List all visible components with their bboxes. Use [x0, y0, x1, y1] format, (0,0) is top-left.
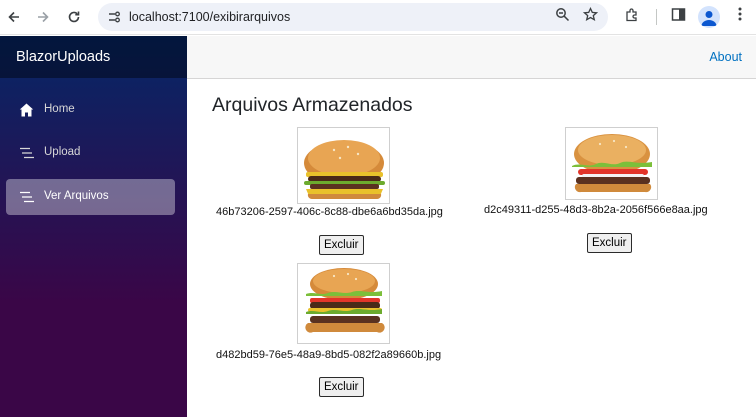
url-text[interactable]: localhost:7100/exibirarquivos [129, 10, 290, 24]
back-arrow-icon[interactable] [3, 6, 25, 28]
list-icon [19, 190, 34, 204]
list-icon [19, 146, 34, 160]
side-panel-icon[interactable] [670, 6, 686, 22]
sidebar-item-upload[interactable]: Upload [6, 135, 175, 171]
address-bar[interactable]: localhost:7100/exibirarquivos [98, 3, 608, 31]
delete-button[interactable]: Excluir [587, 233, 632, 253]
sidebar-item-label: Ver Arquivos [44, 190, 109, 202]
sidebar-item-label: Home [44, 103, 75, 115]
brand-bar: BlazorUploads [0, 36, 187, 78]
burger-image [297, 127, 390, 204]
site-settings-icon[interactable] [106, 9, 122, 25]
toolbar-divider [656, 9, 657, 25]
about-link[interactable]: About [709, 50, 742, 64]
home-icon [19, 103, 34, 117]
sidebar: BlazorUploads Home Upload Ver Arquivos [0, 36, 187, 417]
file-name: 46b73206-2597-406c-8c88-dbe6a6bd35da.jpg [216, 206, 443, 218]
sidebar-item-ver-arquivos[interactable]: Ver Arquivos [6, 179, 175, 215]
bookmark-star-icon[interactable] [582, 6, 598, 22]
profile-avatar-icon[interactable] [698, 6, 720, 28]
extensions-puzzle-icon[interactable] [624, 6, 640, 22]
burger-image [297, 263, 390, 344]
forward-arrow-icon[interactable] [32, 6, 54, 28]
file-name: d2c49311-d255-48d3-8b2a-2056f566e8aa.jpg [484, 204, 708, 216]
top-row: About [187, 36, 756, 79]
file-name: d482bd59-76e5-48a9-8bd5-082f2a89660b.jpg [216, 349, 442, 361]
app-brand[interactable]: BlazorUploads [16, 49, 110, 65]
zoom-icon[interactable] [554, 6, 570, 22]
burger-image [565, 127, 658, 200]
menu-kebab-icon[interactable] [732, 6, 748, 22]
sidebar-item-label: Upload [44, 146, 81, 158]
page-title: Arquivos Armazenados [212, 94, 413, 116]
delete-button[interactable]: Excluir [319, 377, 364, 397]
reload-icon[interactable] [63, 6, 85, 28]
delete-button[interactable]: Excluir [319, 235, 364, 255]
sidebar-item-home[interactable]: Home [6, 92, 175, 128]
browser-toolbar: localhost:7100/exibirarquivos [0, 0, 756, 35]
